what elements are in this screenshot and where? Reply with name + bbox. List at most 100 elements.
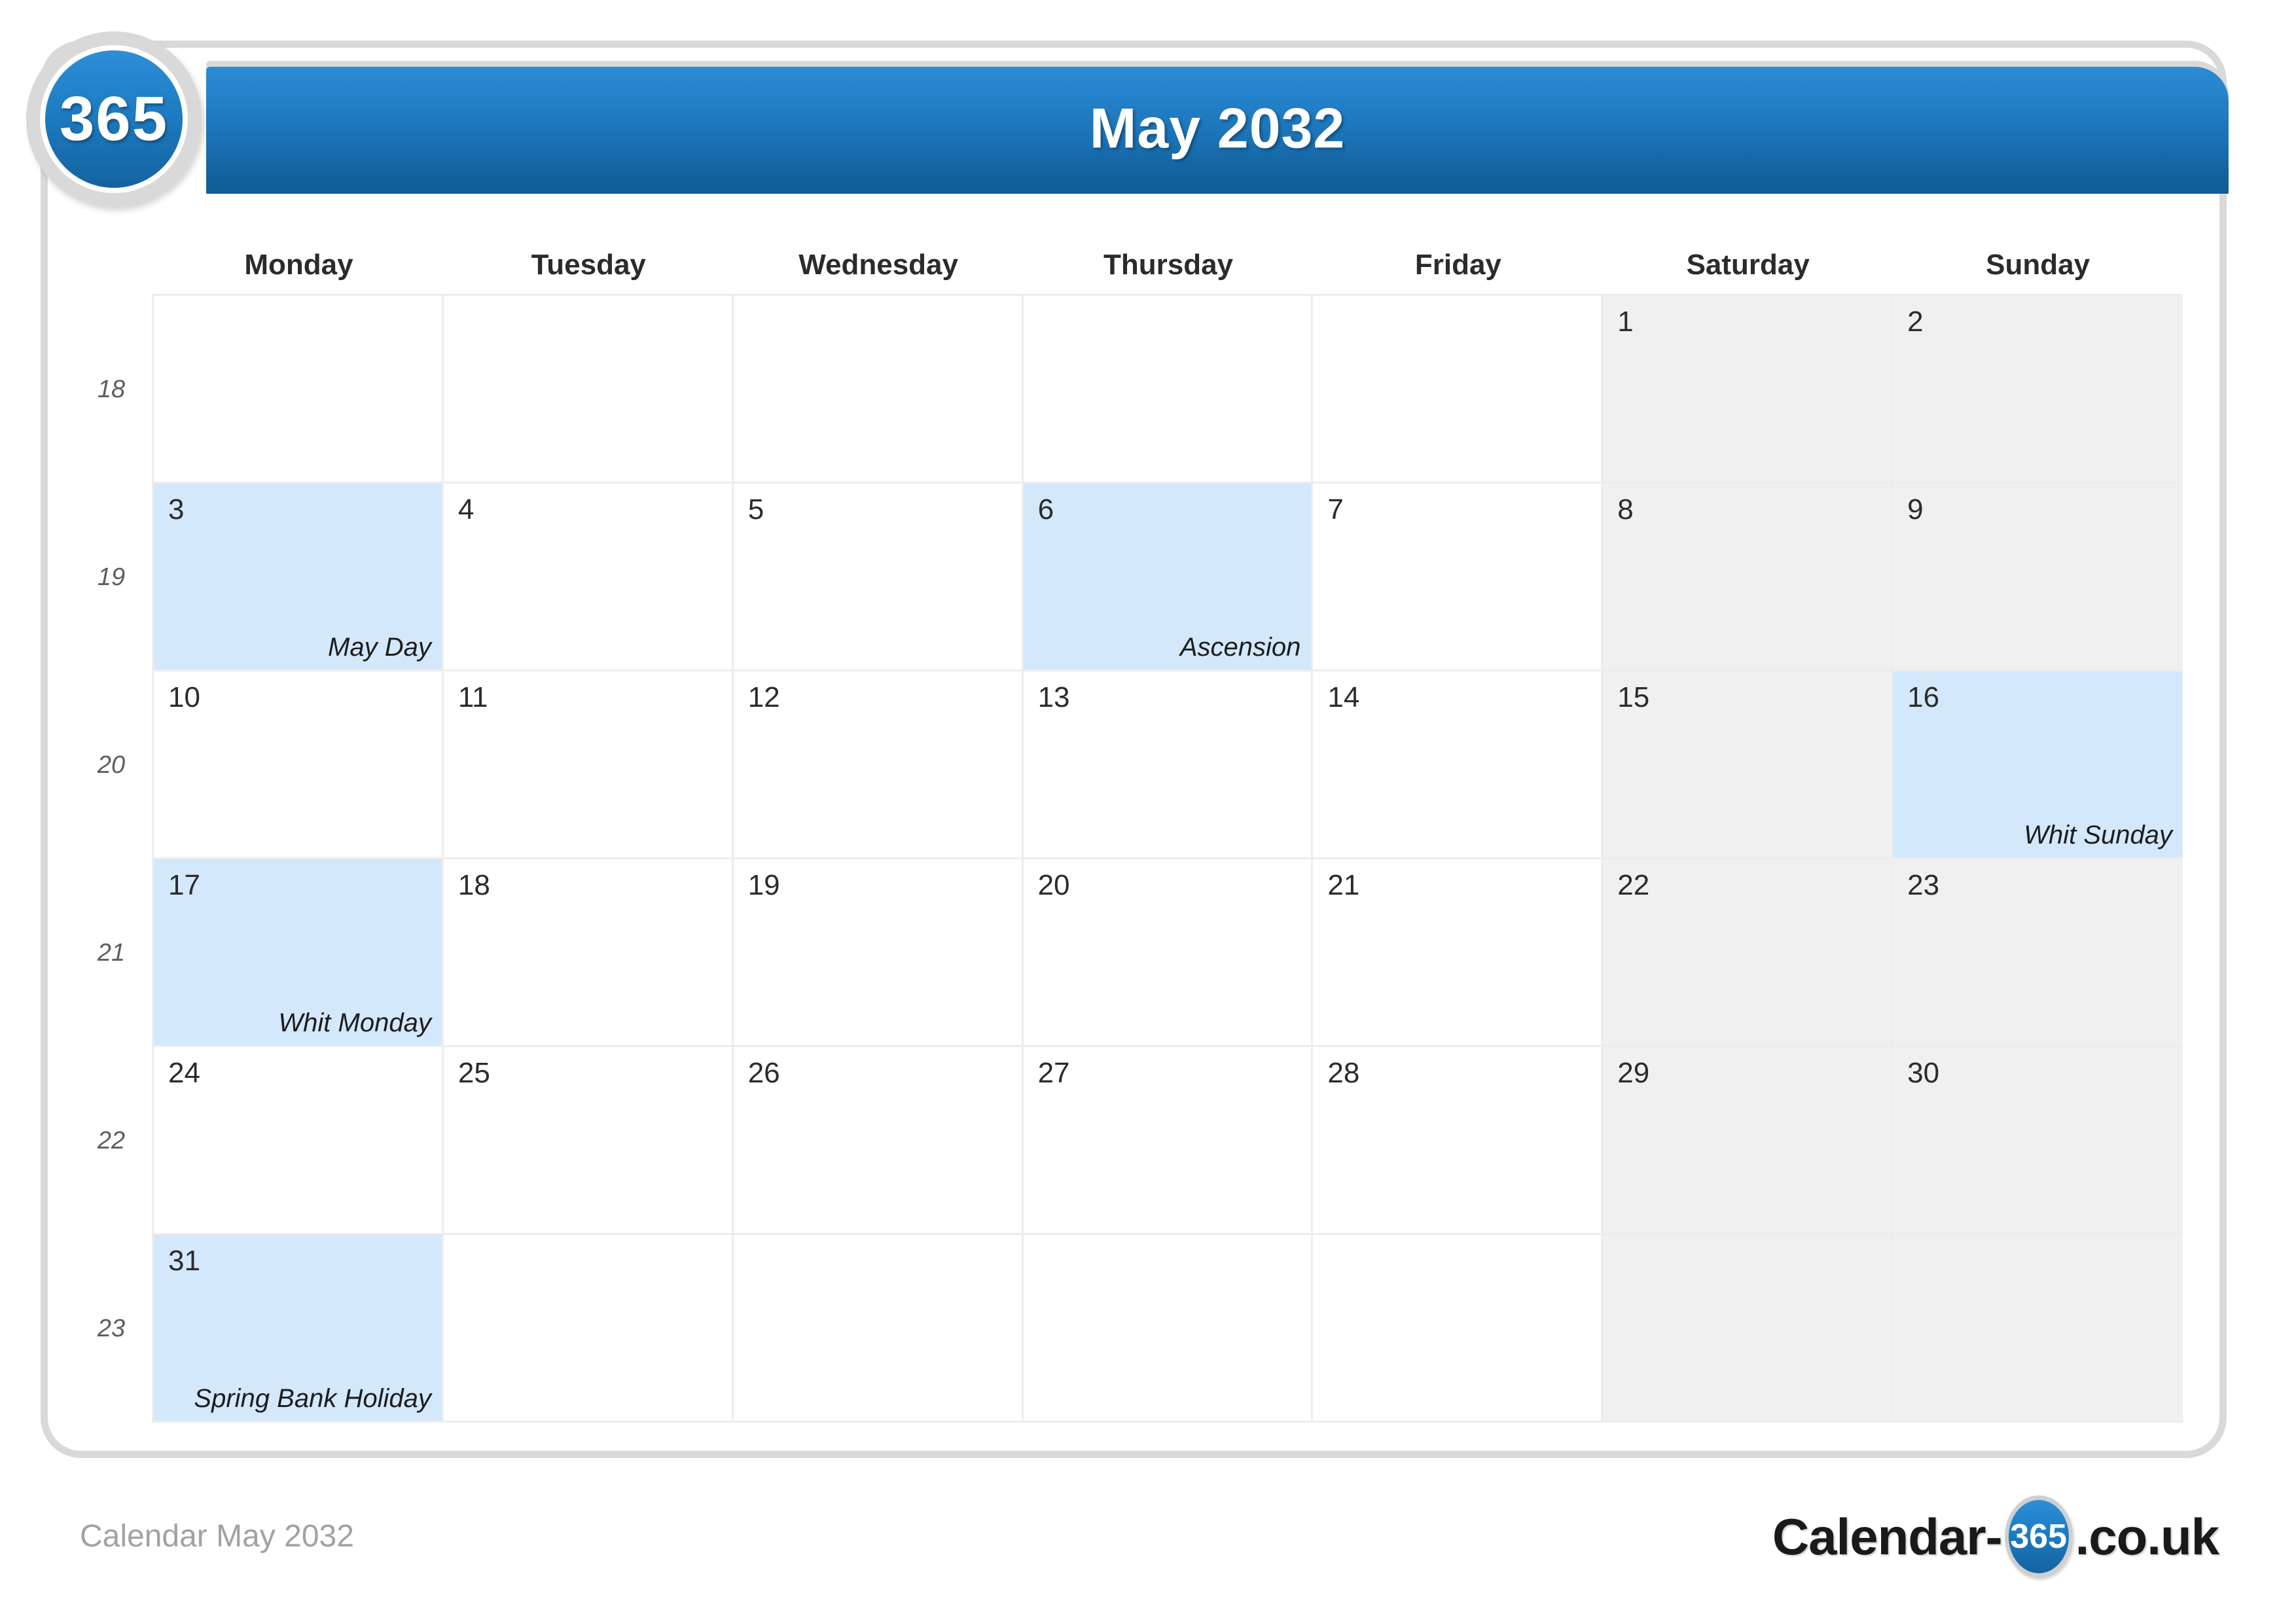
day-number: 5 [747,493,764,526]
holiday-label: Whit Sunday [2024,821,2172,849]
day-number: 11 [457,681,488,713]
day-number: 16 [1907,681,1940,713]
calendar-cell-empty [1023,296,1314,484]
calendar-cell-empty [154,296,444,484]
day-number: 12 [747,681,780,713]
page-title: May 2032 [1089,97,1346,160]
day-number: 4 [457,493,475,526]
weekday-header-sunday: Sunday [1986,249,2090,281]
day-number: 29 [1617,1057,1650,1089]
day-number: 23 [1907,869,1940,901]
day-number: 17 [168,869,200,901]
brand-suffix: .co.uk [2075,1507,2219,1565]
calendar-cell-empty [1893,1235,2183,1423]
calendar-day-cell[interactable]: 19 [733,859,1024,1047]
calendar-day-cell[interactable]: 17 Whit Monday [154,859,444,1047]
calendar-day-cell[interactable]: 10 [154,671,444,859]
holiday-label: May Day [328,633,431,662]
day-number: 2 [1907,306,1924,338]
calendar-day-cell[interactable]: 4 [443,484,734,671]
calendar-day-cell[interactable]: 18 [443,859,734,1047]
day-number: 10 [168,681,200,713]
calendar-day-cell[interactable]: 15 [1603,671,1893,859]
day-number: 26 [747,1057,780,1089]
weekday-header-wednesday: Wednesday [798,249,958,281]
calendar-day-cell[interactable]: 13 [1023,671,1314,859]
day-number: 1 [1617,306,1634,338]
week-number-column: 18 19 20 21 22 23 [69,296,154,1423]
week-number: 20 [97,751,126,779]
calendar-day-cell[interactable]: 3 May Day [154,484,444,671]
week-number: 23 [97,1315,126,1342]
brand-365-circle-icon: 365 [2004,1495,2073,1578]
calendar-day-cell[interactable]: 28 [1313,1047,1604,1235]
calendar-day-cell[interactable]: 1 [1603,296,1893,484]
weekday-header-row: Monday Tuesday Wednesday Thursday Friday… [154,249,2183,289]
day-number: 25 [457,1057,490,1089]
calendar-day-cell[interactable]: 9 [1893,484,2183,671]
calendar-day-cell[interactable]: 24 [154,1047,444,1235]
calendar-day-cell[interactable]: 8 [1603,484,1893,671]
day-number: 14 [1327,681,1360,713]
day-number: 30 [1907,1057,1940,1089]
calendar-cell-empty [733,1235,1024,1423]
week-number: 19 [97,563,126,591]
day-number: 22 [1617,869,1650,901]
holiday-label: Spring Bank Holiday [194,1384,431,1413]
calendar-header-bar: May 2032 [206,67,2229,194]
brand-badge-core: 365 [2008,1500,2069,1573]
week-number: 22 [97,1127,126,1154]
calendar-cell-empty [443,1235,734,1423]
calendar-day-cell[interactable]: 22 [1603,859,1893,1047]
calendar-day-cell[interactable]: 21 [1313,859,1604,1047]
day-number: 20 [1037,869,1070,901]
calendar-day-cell[interactable]: 31 Spring Bank Holiday [154,1235,444,1423]
calendar-cell-empty [733,296,1024,484]
calendar-cell-empty [1313,1235,1604,1423]
day-number: 31 [168,1245,200,1277]
holiday-label: Whit Monday [278,1008,431,1037]
calendar-day-cell[interactable]: 29 [1603,1047,1893,1235]
calendar-day-cell[interactable]: 12 [733,671,1024,859]
day-number: 13 [1037,681,1070,713]
calendar-day-cell[interactable]: 20 [1023,859,1314,1047]
day-number: 15 [1617,681,1650,713]
weekday-header-monday: Monday [244,249,353,281]
calendar-cell-empty [443,296,734,484]
weekday-header-tuesday: Tuesday [531,249,646,281]
day-number: 28 [1327,1057,1360,1089]
calendar-day-cell[interactable]: 23 [1893,859,2183,1047]
brand-prefix: Calendar- [1772,1507,2003,1565]
brand-logo[interactable]: Calendar- 365 .co.uk [1772,1495,2219,1578]
day-number: 7 [1327,493,1344,526]
calendar-day-cell[interactable]: 16 Whit Sunday [1893,671,2183,859]
week-number: 18 [97,376,126,403]
day-number: 18 [457,869,490,901]
calendar-day-cell[interactable]: 2 [1893,296,2183,484]
weekday-header-friday: Friday [1414,249,1501,281]
weekday-header-thursday: Thursday [1103,249,1234,281]
day-number: 24 [168,1057,200,1089]
holiday-label: Ascension [1179,633,1301,662]
calendar-day-cell[interactable]: 25 [443,1047,734,1235]
brand-badge-label: 365 [2010,1518,2067,1556]
day-number: 9 [1907,493,1924,526]
calendar-day-cell[interactable]: 5 [733,484,1024,671]
calendar-day-cell[interactable]: 27 [1023,1047,1314,1235]
calendar-day-cell[interactable]: 30 [1893,1047,2183,1235]
calendar-365-circle-icon[interactable]: 365 [26,31,202,207]
calendar-day-cell[interactable]: 11 [443,671,734,859]
calendar-day-cell[interactable]: 14 [1313,671,1604,859]
calendar-grid: 1 2 3 May Day 4 5 6 Ascension 7 8 9 10 11 12 13 14 15 16 W… [154,296,2183,1423]
day-number: 3 [168,493,185,526]
calendar-day-cell[interactable]: 7 [1313,484,1604,671]
day-number: 6 [1037,493,1054,526]
calendar-day-cell[interactable]: 6 Ascension [1023,484,1314,671]
week-number: 21 [97,939,126,967]
badge-core: 365 [45,50,183,188]
day-number: 21 [1327,869,1360,901]
calendar-day-cell[interactable]: 26 [733,1047,1024,1235]
calendar-cell-empty [1313,296,1604,484]
footer-caption: Calendar May 2032 [80,1519,354,1554]
day-number: 8 [1617,493,1634,526]
